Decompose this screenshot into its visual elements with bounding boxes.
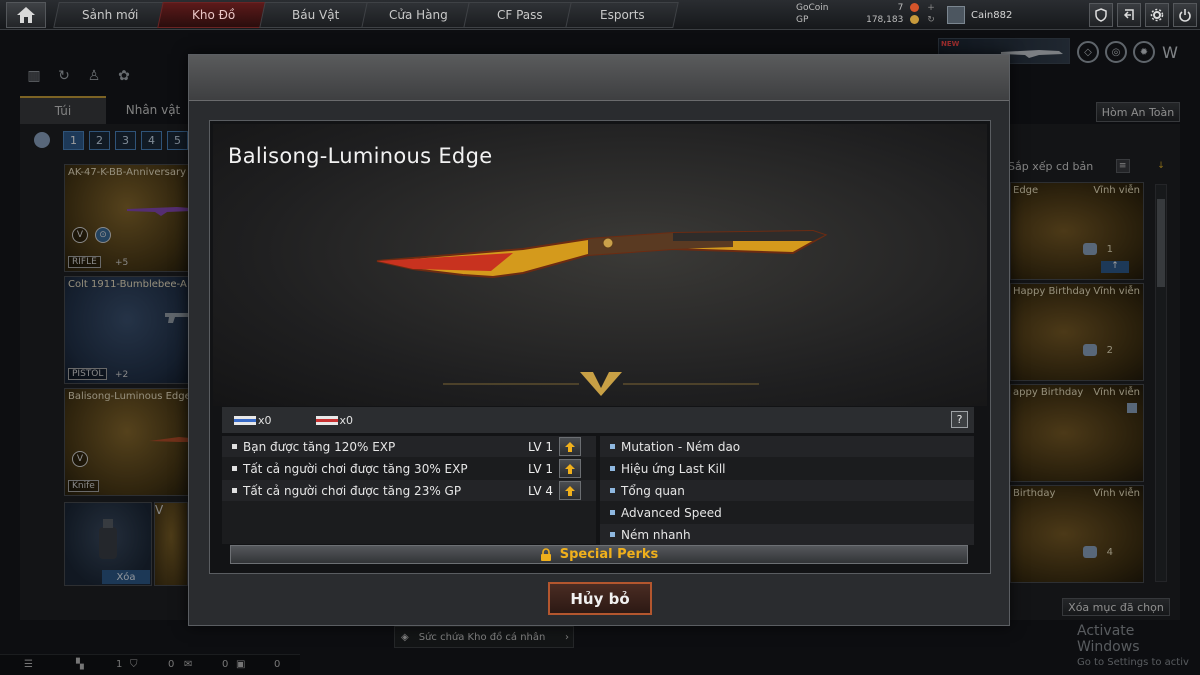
tab-kho-do[interactable]: Kho Đồ (157, 2, 271, 28)
lock-icon (540, 548, 551, 561)
slot-2-count: x0 (339, 413, 354, 427)
perk-upgrade-button[interactable] (559, 481, 581, 500)
currency-panel: GoCoin 7 + GP 178,183 ↻ (796, 2, 941, 28)
help-button[interactable]: ? (951, 411, 968, 428)
tab-esports[interactable]: Esports (565, 2, 679, 28)
gp-icon (909, 15, 919, 24)
gp-value: 178,183 (866, 15, 904, 25)
gocoin-label: GoCoin (796, 3, 829, 13)
perk-row: Tất cả người chơi được tăng 30% EXP LV 1 (222, 458, 596, 479)
perk-row: Tất cả người chơi được tăng 23% GP LV 4 (222, 480, 596, 501)
perk-level: LV 1 (528, 461, 554, 476)
effect-text: Ném nhanh (621, 527, 691, 542)
item-preview: Balisong-Luminous Edge (213, 124, 987, 406)
dialog-header (189, 55, 1009, 101)
home-icon (17, 7, 35, 23)
effect-row: Ném nhanh (600, 524, 974, 545)
perk-text: Tất cả người chơi được tăng 23% GP (243, 483, 462, 498)
effect-row: Tổng quan (600, 480, 974, 501)
item-detail-dialog: Balisong-Luminous Edge x0 x0 ? Bạn được … (188, 54, 1010, 626)
effect-text: Advanced Speed (621, 505, 722, 520)
effect-list: Mutation - Ném dao Hiệu ứng Last Kill Tổ… (600, 436, 974, 545)
effect-text: Tổng quan (621, 483, 685, 498)
slot-flag-icon (234, 415, 256, 425)
top-navigation: Sảnh mới Kho Đồ Báu Vật Cửa Hàng CF Pass… (0, 0, 1200, 30)
effect-row: Advanced Speed (600, 502, 974, 523)
vip-emblem-icon (443, 372, 759, 396)
tab-cf-pass[interactable]: CF Pass (463, 2, 577, 28)
power-icon[interactable] (1173, 3, 1197, 27)
bullet-icon (610, 532, 615, 537)
slot-1-count: x0 (258, 413, 272, 427)
perk-upgrade-button[interactable] (559, 437, 581, 456)
balisong-knife-icon (376, 229, 828, 279)
slot-bar: x0 x0 ? (222, 407, 974, 433)
arrow-up-icon (565, 441, 575, 452)
bullet-icon (610, 466, 615, 471)
perk-row: Bạn được tăng 120% EXP LV 1 (222, 436, 596, 457)
perk-level: LV 4 (528, 483, 554, 498)
gear-icon[interactable] (1145, 3, 1169, 27)
slot-2: x0 (315, 413, 354, 427)
special-perks-label: Special Perks (559, 547, 659, 562)
gp-label: GP (796, 15, 809, 25)
add-coin-icon[interactable]: + (921, 2, 941, 14)
arrow-up-icon (565, 463, 575, 474)
user-info[interactable]: Cain882 (947, 4, 1012, 26)
slot-flag-icon (315, 415, 338, 425)
tab-cua-hang[interactable]: Cửa Hàng (361, 2, 475, 28)
dialog-content: Balisong-Luminous Edge x0 x0 ? Bạn được … (209, 120, 991, 574)
slot-1: x0 (234, 414, 272, 427)
perk-list: Bạn được tăng 120% EXP LV 1 Tất cả người… (222, 436, 596, 544)
effect-text: Hiệu ứng Last Kill (621, 461, 726, 476)
bullet-icon (610, 444, 615, 449)
refresh-icon[interactable]: ↻ (921, 14, 941, 26)
effect-text: Mutation - Ném dao (621, 439, 741, 454)
effect-row: Mutation - Ném dao (600, 436, 974, 457)
home-button[interactable] (6, 2, 46, 28)
avatar (947, 6, 965, 24)
shield-icon[interactable] (1089, 3, 1113, 27)
effect-row: Hiệu ứng Last Kill (600, 458, 974, 479)
bullet-icon (232, 488, 237, 493)
perk-level: LV 1 (528, 439, 554, 454)
bullet-icon (232, 466, 237, 471)
special-perks-bar[interactable]: Special Perks (230, 545, 968, 564)
user-name: Cain882 (971, 9, 1013, 21)
tab-bau-vat[interactable]: Báu Vật (259, 2, 373, 28)
arrow-up-icon (565, 485, 575, 496)
perk-text: Tất cả người chơi được tăng 30% EXP (243, 461, 468, 476)
gocoin-icon (909, 3, 919, 12)
cancel-button[interactable]: Hủy bỏ (548, 582, 652, 615)
bullet-icon (610, 510, 615, 515)
bullet-icon (232, 444, 237, 449)
bullet-icon (610, 488, 615, 493)
exit-room-icon[interactable] (1117, 3, 1141, 27)
gocoin-value: 7 (897, 3, 904, 13)
perk-upgrade-button[interactable] (559, 459, 581, 478)
tab-sanh-moi[interactable]: Sảnh mới (53, 2, 167, 28)
item-title: Balisong-Luminous Edge (228, 144, 493, 168)
perk-text: Bạn được tăng 120% EXP (243, 439, 396, 454)
